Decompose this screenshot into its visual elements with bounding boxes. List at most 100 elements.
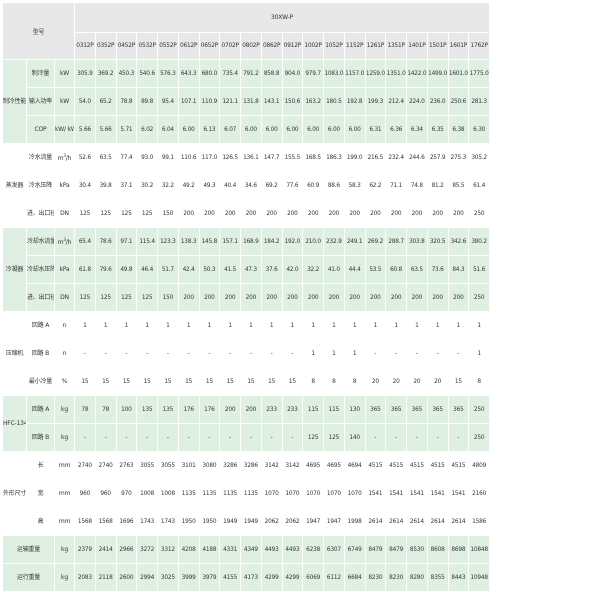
header-row-series: 型号 30XW-P (2, 2, 490, 60)
value-cell: 126.5 (219, 143, 241, 172)
value-cell: 115.4 (136, 227, 158, 256)
value-cell: 5.66 (74, 115, 96, 144)
row-unit: n (54, 339, 75, 368)
row-name: 回路 B (26, 423, 55, 452)
model-header: 1762P (468, 32, 490, 60)
value-cell: 63.5 (94, 143, 117, 172)
value-cell: 150.6 (281, 87, 304, 116)
row-name: 回路 B (26, 339, 55, 368)
table-row: 外形尺寸长 mm 2740 2740 2763 3055 3055 3101 3080 3286 3… (2, 451, 490, 536)
row-unit: n (54, 311, 75, 340)
model-header: 1351P (385, 32, 407, 60)
value-cell: - (240, 339, 262, 368)
value-cell: 8 (302, 367, 324, 396)
value-cell: 1541 (447, 479, 470, 508)
value-cell: 858.8 (260, 59, 283, 88)
table-row: 制冷性能 制冷量 kW 305.9 369.2 450.3 540.6 576.3 643.3 6… (2, 59, 490, 144)
table-row: 宽 mm 960 960 970 1008 1008 1135 1135 1135 1135 1070… (3, 479, 490, 508)
value-cell: 6069 (302, 563, 324, 592)
value-cell: 200 (177, 199, 200, 228)
row-name: 宽 (26, 479, 55, 508)
value-cell: - (115, 339, 138, 368)
value-cell: 212.4 (385, 87, 407, 116)
value-cell: 199.0 (343, 143, 366, 172)
value-cell: 125 (136, 199, 158, 228)
value-cell: 305.9 (74, 59, 96, 88)
value-cell: 1 (240, 311, 262, 340)
value-cell: 244.6 (406, 143, 428, 172)
value-cell: 5.66 (94, 115, 117, 144)
value-cell: 3312 (157, 535, 179, 564)
value-cell: 63.5 (406, 255, 428, 284)
table-row: 高 mm 1568 1568 1696 1743 1743 1950 1950 1949 1949 2… (3, 507, 490, 536)
value-cell: 62.2 (364, 171, 387, 200)
value-cell: 2614 (364, 507, 387, 536)
row-unit: DN (54, 199, 75, 228)
value-cell: 6684 (343, 563, 366, 592)
value-cell: 107.1 (177, 87, 200, 116)
value-cell: - (385, 339, 407, 368)
value-cell: 3025 (157, 563, 179, 592)
row-unit: kPa (54, 171, 75, 200)
value-cell: 15 (136, 367, 158, 396)
value-cell: 79.6 (94, 255, 117, 284)
row-name: 冷却水流量 (26, 227, 55, 256)
value-cell: - (260, 339, 283, 368)
value-cell: 37.6 (260, 255, 283, 284)
value-cell: 69.2 (260, 171, 283, 200)
group-label: 运输重量 (2, 535, 55, 564)
value-cell: 186.3 (323, 143, 345, 172)
value-cell: - (281, 423, 304, 452)
group-label: 压缩机 (2, 311, 27, 396)
value-cell: 15 (281, 367, 304, 396)
value-cell: 135 (157, 395, 179, 424)
value-cell: 20 (426, 367, 449, 396)
value-cell: 15 (219, 367, 241, 396)
value-cell: 1008 (136, 479, 158, 508)
value-cell: 281.3 (468, 87, 490, 116)
value-cell: 3979 (198, 563, 221, 592)
value-cell: 200 (385, 199, 407, 228)
value-cell: 1 (447, 311, 470, 340)
value-cell: 15 (447, 367, 470, 396)
value-cell: 1008 (157, 479, 179, 508)
group-label: HFC-134a 充注量 (2, 395, 27, 452)
value-cell: - (281, 339, 304, 368)
value-cell: 117.0 (198, 143, 221, 172)
value-cell: 6.34 (406, 115, 428, 144)
model-header: 0702P (219, 32, 241, 60)
value-cell: 200 (447, 199, 470, 228)
value-cell: 1070 (281, 479, 304, 508)
table-row: COP kW/ kW 5.66 5.66 5.71 6.02 6.04 6.00 6.13 6.0… (3, 115, 490, 144)
row-unit: mm (54, 479, 75, 508)
value-cell: 249.1 (343, 227, 366, 256)
value-cell: 250 (468, 199, 490, 228)
value-cell: 85.5 (447, 171, 470, 200)
value-cell: 380.2 (468, 227, 490, 256)
value-cell: 6.00 (302, 115, 324, 144)
spec-table-body: 型号 30XW-P 0312P 0352P 0452P 0532P 0552P 0612P… (2, 2, 490, 592)
value-cell: 1259.0 (364, 59, 387, 88)
value-cell: 735.4 (219, 59, 241, 88)
value-cell: 2614 (447, 507, 470, 536)
model-header: 1152P (343, 32, 366, 60)
value-cell: 125 (74, 283, 96, 312)
value-cell: 6749 (343, 535, 366, 564)
value-cell: 125 (74, 199, 96, 228)
row-name: 高 (26, 507, 55, 536)
value-cell: 200 (426, 283, 449, 312)
value-cell: 125 (323, 423, 345, 452)
value-cell: 8698 (447, 535, 470, 564)
value-cell: 2160 (468, 479, 490, 508)
value-cell: 224.0 (406, 87, 428, 116)
value-cell: 791.2 (240, 59, 262, 88)
value-cell: 3142 (260, 451, 283, 480)
row-unit: m3/h (54, 143, 75, 172)
value-cell: 8479 (385, 535, 407, 564)
value-cell: 8443 (447, 563, 470, 592)
value-cell: 168.5 (302, 143, 324, 172)
value-cell: - (157, 423, 179, 452)
value-cell: 52.6 (74, 143, 96, 172)
value-cell: 135 (136, 395, 158, 424)
value-cell: 155.5 (281, 143, 304, 172)
